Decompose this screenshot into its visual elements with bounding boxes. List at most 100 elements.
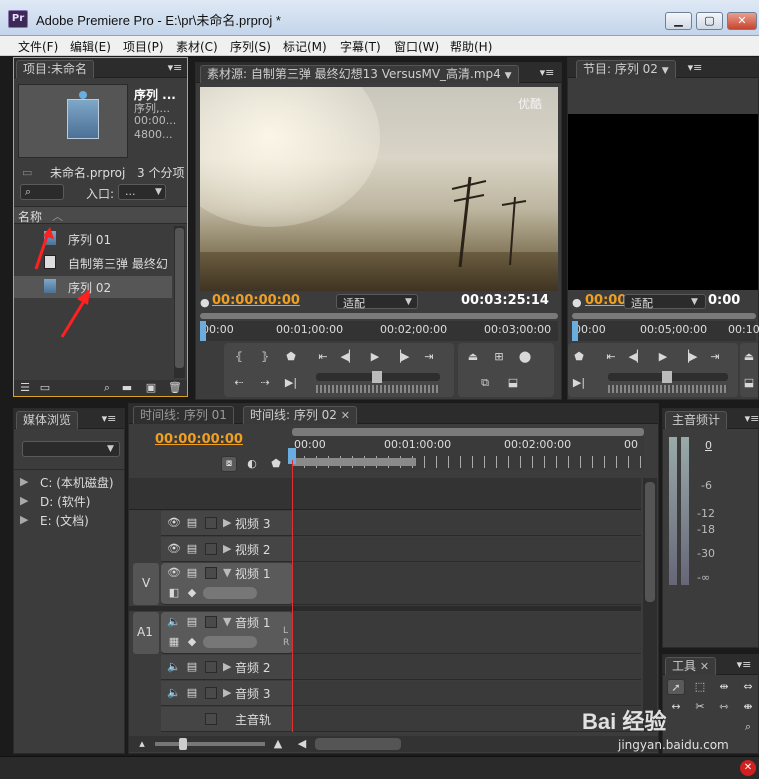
shuttle-thumb[interactable]: [662, 371, 672, 383]
menu-title[interactable]: 字幕(T): [340, 38, 381, 55]
play-in-out-icon[interactable]: ▶|: [570, 375, 588, 391]
column-header[interactable]: 名称 ︿: [14, 206, 187, 224]
overlay-icon[interactable]: ⧉: [476, 375, 494, 391]
timeline-v-scrollbar[interactable]: [643, 478, 657, 732]
icon-view-icon[interactable]: ▭: [36, 380, 54, 396]
keyframe-icon[interactable]: ◆: [183, 585, 201, 601]
film-icon[interactable]: ▤: [183, 541, 201, 557]
entry-dropdown[interactable]: ... ▼: [118, 184, 166, 200]
mark-in-icon[interactable]: ⦃: [230, 349, 248, 365]
export-frame-icon[interactable]: ⬓: [740, 375, 758, 391]
marker-icon[interactable]: ●: [572, 296, 582, 309]
film-icon[interactable]: ▤: [183, 685, 201, 701]
keyframe-icon[interactable]: ◆: [183, 634, 201, 650]
lock-toggle[interactable]: [205, 616, 217, 628]
scroll-left-icon[interactable]: ◀: [293, 736, 311, 752]
source-current-time[interactable]: 00:00:00:00: [212, 293, 300, 308]
zoom-thumb[interactable]: [179, 738, 187, 750]
lift-icon[interactable]: ⏏: [740, 349, 758, 365]
shuttle-slider[interactable]: [316, 371, 440, 383]
step-forward-icon[interactable]: ▕▶: [680, 349, 698, 365]
export-frame-icon[interactable]: ⬓: [504, 375, 522, 391]
jog-wheel[interactable]: [316, 385, 440, 393]
source-zoom-bar[interactable]: [200, 313, 558, 319]
new-item-icon[interactable]: ▣: [142, 380, 160, 396]
work-area-bar[interactable]: [292, 458, 416, 466]
find-icon[interactable]: ⌕: [98, 380, 116, 396]
speaker-icon[interactable]: 🔈: [165, 685, 183, 701]
film-icon[interactable]: ▤: [183, 565, 201, 581]
program-fit-dropdown[interactable]: 适配 ▼: [624, 294, 706, 310]
h-scrollbar-thumb[interactable]: [315, 738, 401, 750]
new-bin-icon[interactable]: ▬: [118, 380, 136, 396]
safe-margin-icon[interactable]: ⊞: [490, 349, 508, 365]
zoom-in-icon[interactable]: ▲: [269, 736, 287, 752]
add-marker-icon[interactable]: ⬟: [267, 456, 285, 472]
menu-marker[interactable]: 标记(M): [283, 38, 327, 55]
shuttle-slider[interactable]: [608, 371, 728, 383]
tab-media-browser[interactable]: 媒体浏览: [16, 411, 79, 429]
scrollbar-thumb[interactable]: [645, 482, 655, 602]
track-lane-video1[interactable]: [293, 563, 641, 605]
video-target-button[interactable]: V: [133, 563, 159, 605]
audio-target-button[interactable]: A1: [133, 612, 159, 654]
keyframe-navigator[interactable]: [203, 587, 257, 599]
media-path-dropdown[interactable]: ▼: [22, 441, 120, 457]
collapse-icon[interactable]: ▼: [223, 615, 231, 628]
lock-toggle[interactable]: [205, 567, 217, 579]
minimize-button[interactable]: ▁: [665, 12, 692, 30]
snap-icon[interactable]: ⧇: [221, 456, 237, 472]
source-time-ruler[interactable]: 00:00 00:01;00:00 00:02;00:00 00:03;00:0…: [200, 321, 558, 341]
expand-icon[interactable]: ▶: [20, 475, 28, 488]
expand-icon[interactable]: ▶: [20, 494, 28, 507]
expand-icon[interactable]: ▶: [223, 660, 231, 673]
output-icon[interactable]: ⬤: [516, 349, 534, 365]
video-audio-divider[interactable]: [129, 606, 641, 611]
zoom-out-icon[interactable]: ▴: [133, 736, 151, 752]
keyframe-navigator[interactable]: [203, 636, 257, 648]
display-style-icon[interactable]: ◧: [165, 585, 183, 601]
film-icon[interactable]: ▤: [183, 659, 201, 675]
zoom-slider[interactable]: [155, 738, 265, 750]
selection-tool-icon[interactable]: ➚: [667, 679, 685, 695]
tab-timeline-seq01[interactable]: 时间线: 序列 01: [133, 406, 234, 424]
slide-tool-icon[interactable]: ⇼: [739, 699, 757, 715]
marker-icon[interactable]: ●: [200, 296, 210, 309]
trash-icon[interactable]: 🗑: [166, 380, 184, 396]
step-back-icon[interactable]: ◀▏: [340, 349, 358, 365]
drive-item[interactable]: ▶ D: (软件): [20, 492, 124, 510]
menu-help[interactable]: 帮助(H): [450, 38, 492, 55]
tab-tools[interactable]: 工具 ✕: [665, 657, 717, 675]
mark-out-icon[interactable]: ⦄: [256, 349, 274, 365]
goto-in-icon[interactable]: ⇤: [314, 349, 332, 365]
waveform-icon[interactable]: ▦: [165, 634, 183, 650]
goto-next-marker-icon[interactable]: ⇢: [256, 375, 274, 391]
play-icon[interactable]: ▶: [366, 349, 384, 365]
menu-edit[interactable]: 编辑(E): [70, 38, 111, 55]
lock-toggle[interactable]: [205, 687, 217, 699]
maximize-button[interactable]: ▢: [696, 12, 723, 30]
step-forward-icon[interactable]: ▕▶: [392, 349, 410, 365]
ripple-edit-tool-icon[interactable]: ⇹: [715, 679, 733, 695]
eye-icon[interactable]: 👁: [165, 565, 183, 581]
search-input[interactable]: ⌕: [20, 184, 64, 200]
add-marker-icon[interactable]: ⬟: [570, 349, 588, 365]
track-lane-audio2[interactable]: [293, 655, 641, 680]
expand-icon[interactable]: ▶: [223, 686, 231, 699]
lock-toggle[interactable]: [205, 713, 217, 725]
track-select-tool-icon[interactable]: ⬚: [691, 679, 709, 695]
expand-icon[interactable]: ▶: [20, 513, 28, 526]
goto-out-icon[interactable]: ⇥: [420, 349, 438, 365]
panel-menu-icon[interactable]: ▾≡: [686, 60, 704, 76]
set-marker-icon[interactable]: ◐: [243, 456, 261, 472]
timeline-time-ruler[interactable]: 00:00 00:01:00:00 00:02:00:00 00: [288, 436, 644, 470]
goto-in-icon[interactable]: ⇤: [602, 349, 620, 365]
tab-timeline-seq02[interactable]: 时间线: 序列 02 ✕: [243, 406, 357, 424]
playhead-icon[interactable]: [200, 321, 206, 341]
list-view-icon[interactable]: ☰: [16, 380, 34, 396]
menu-window[interactable]: 窗口(W): [394, 38, 439, 55]
film-icon[interactable]: ▤: [183, 614, 201, 630]
drive-item[interactable]: ▶ E: (文档): [20, 511, 124, 529]
lock-toggle[interactable]: [205, 661, 217, 673]
close-icon[interactable]: ✕: [341, 409, 350, 422]
